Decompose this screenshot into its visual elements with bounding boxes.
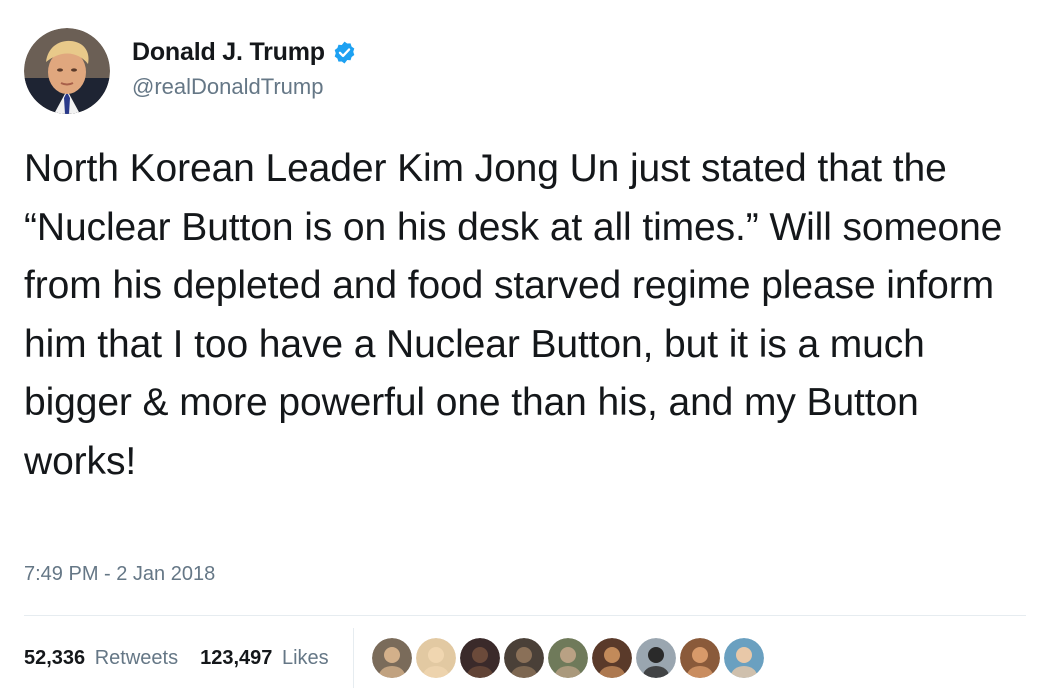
liker-avatar[interactable] bbox=[503, 638, 544, 678]
liker-avatar[interactable] bbox=[415, 638, 456, 678]
likes-stat[interactable]: 123,497 Likes bbox=[200, 647, 329, 670]
display-name[interactable]: Donald J. Trump bbox=[132, 38, 325, 67]
liker-avatar[interactable] bbox=[635, 638, 676, 678]
profile-avatar[interactable] bbox=[24, 28, 110, 114]
likes-count: 123,497 bbox=[200, 646, 273, 669]
liker-avatar[interactable] bbox=[679, 638, 720, 678]
likes-label: Likes bbox=[281, 646, 329, 669]
author-names: Donald J. Trump @realDonaldTrump bbox=[132, 28, 357, 100]
tweet-stats: 52,336 Retweets 123,497 Likes bbox=[24, 616, 768, 700]
liker-avatar[interactable] bbox=[547, 638, 588, 678]
liker-avatar[interactable] bbox=[723, 638, 764, 678]
retweets-label: Retweets bbox=[94, 646, 179, 669]
verified-badge-icon bbox=[334, 41, 355, 63]
retweets-count: 52,336 bbox=[24, 646, 86, 669]
liker-avatar[interactable] bbox=[371, 638, 412, 678]
stats-separator bbox=[352, 628, 354, 688]
tweet-timestamp[interactable]: 7:49 PM - 2 Jan 2018 bbox=[24, 563, 215, 586]
liker-avatar[interactable] bbox=[591, 638, 632, 678]
retweets-stat[interactable]: 52,336 Retweets bbox=[24, 647, 178, 670]
name-row: Donald J. Trump bbox=[132, 34, 357, 70]
user-handle[interactable]: @realDonaldTrump bbox=[132, 74, 357, 100]
tweet-text: North Korean Leader Kim Jong Un just sta… bbox=[24, 147, 1003, 483]
liker-avatar[interactable] bbox=[459, 638, 500, 678]
likers-avatars bbox=[371, 638, 768, 678]
tweet-header: Donald J. Trump @realDonaldTrump bbox=[24, 28, 357, 118]
